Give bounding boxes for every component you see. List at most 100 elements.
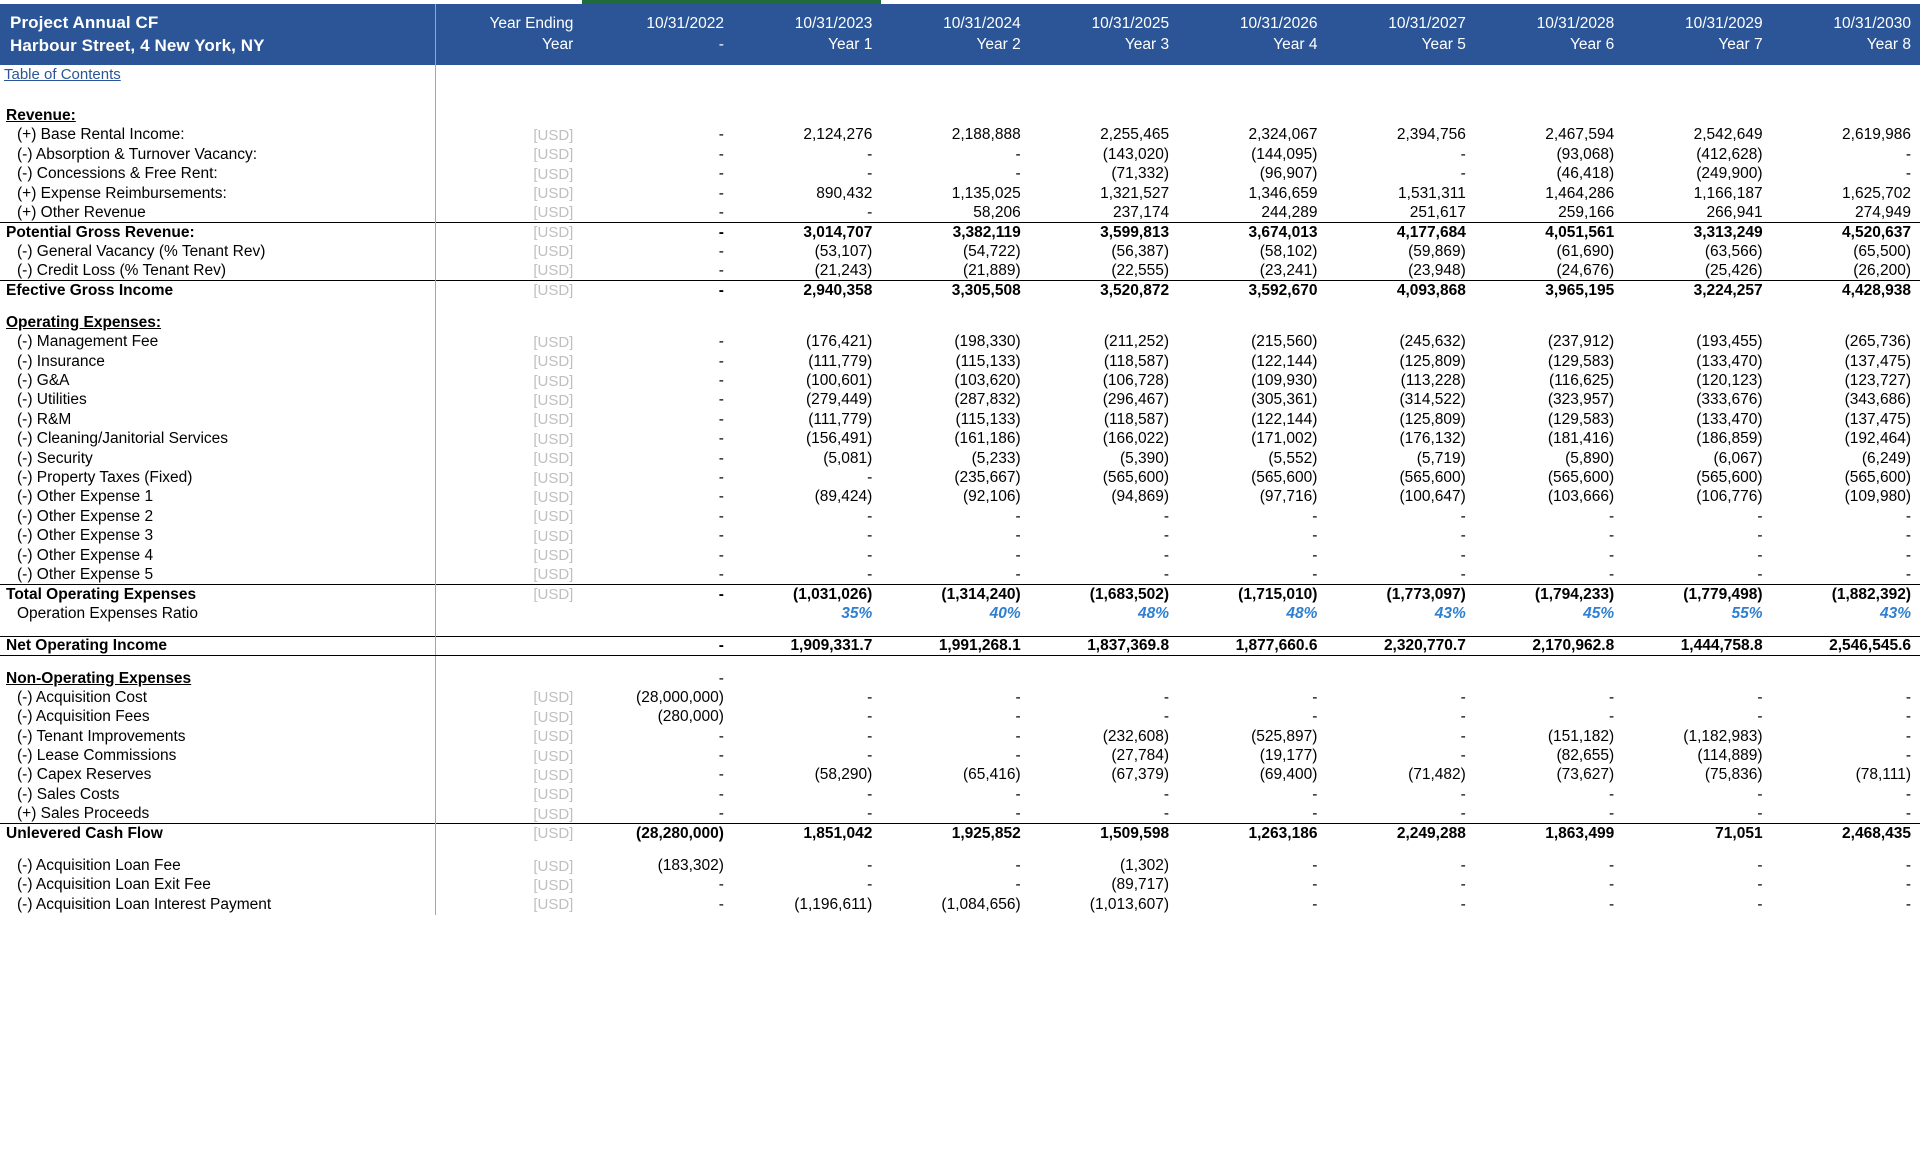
cell-y5[interactable]: 251,617	[1326, 203, 1474, 222]
cell-y1[interactable]: -	[733, 805, 881, 824]
cell-y3[interactable]: (296,467)	[1030, 391, 1178, 410]
cell-y4[interactable]: (69,400)	[1178, 766, 1326, 785]
cell-y1[interactable]: -	[733, 785, 881, 804]
cell-y8[interactable]: 4,428,938	[1771, 280, 1920, 301]
cell-y1[interactable]: (1,196,611)	[733, 895, 881, 914]
cell-y8[interactable]: (78,111)	[1772, 766, 1920, 785]
cell-y5[interactable]: (23,948)	[1326, 261, 1474, 280]
cell-y1[interactable]: -	[733, 507, 881, 526]
cell-y7[interactable]: (186,859)	[1623, 430, 1771, 449]
cell-y6[interactable]: (93,068)	[1475, 145, 1623, 164]
cell-y6[interactable]: -	[1475, 785, 1623, 804]
cell-y4[interactable]: (97,716)	[1178, 488, 1326, 507]
cell-y2[interactable]: -	[881, 785, 1029, 804]
cell-y5[interactable]: -	[1326, 805, 1474, 824]
cell-y5[interactable]: -	[1326, 785, 1474, 804]
cell-y4[interactable]: 3,674,013	[1178, 222, 1327, 243]
cell-y4[interactable]: 2,324,067	[1178, 126, 1326, 145]
cell-y2[interactable]: 3,382,119	[881, 222, 1030, 243]
cell-y5[interactable]: (59,869)	[1326, 242, 1474, 261]
cell-y2[interactable]: (115,133)	[881, 410, 1029, 429]
cell-y6[interactable]: (61,690)	[1475, 242, 1623, 261]
cell-y5[interactable]: (314,522)	[1326, 391, 1474, 410]
cell-y7[interactable]: 2,542,649	[1623, 126, 1771, 145]
cell-y6[interactable]: (73,627)	[1475, 766, 1623, 785]
cell-y7[interactable]: -	[1623, 565, 1771, 584]
cell-y1[interactable]: -	[733, 164, 881, 183]
cell-y1[interactable]: (111,779)	[733, 410, 881, 429]
cell-y1[interactable]: -	[733, 727, 881, 746]
cell-y5[interactable]: -	[1326, 856, 1474, 875]
cell-y1[interactable]: -	[733, 565, 881, 584]
cell-y8[interactable]: -	[1772, 688, 1920, 707]
cell-y7[interactable]: -	[1623, 895, 1771, 914]
cell-y4[interactable]: (144,095)	[1178, 145, 1326, 164]
cell-y2[interactable]: (21,889)	[881, 261, 1029, 280]
cell-y4[interactable]: -	[1178, 527, 1326, 546]
cell-y4[interactable]: (215,560)	[1178, 333, 1326, 352]
cell-y4[interactable]: -	[1178, 565, 1326, 584]
cell-y0[interactable]: -	[582, 126, 733, 145]
cell-y3[interactable]: -	[1030, 708, 1178, 727]
cell-y4[interactable]: (58,102)	[1178, 242, 1326, 261]
cell-y2[interactable]: -	[881, 565, 1029, 584]
cell-y8[interactable]: -	[1772, 727, 1920, 746]
cell-y8[interactable]: -	[1772, 876, 1920, 895]
cell-y8[interactable]: -	[1772, 708, 1920, 727]
cell-y5[interactable]: 2,320,770.7	[1326, 635, 1475, 657]
cell-y5[interactable]: -	[1326, 727, 1474, 746]
cell-y2[interactable]: 1,991,268.1	[881, 635, 1030, 657]
cell-y3[interactable]: 237,174	[1030, 203, 1178, 222]
cell-y1[interactable]: (176,421)	[733, 333, 881, 352]
cell-y2[interactable]: (161,186)	[881, 430, 1029, 449]
cell-y2[interactable]: -	[881, 805, 1029, 824]
cell-y8[interactable]: -	[1772, 856, 1920, 875]
cell-y5[interactable]: -	[1326, 746, 1474, 765]
header-col-4[interactable]: 10/31/2026 Year 4	[1178, 4, 1327, 65]
cell-y4[interactable]: (1,715,010)	[1178, 584, 1327, 605]
header-col-7[interactable]: 10/31/2029 Year 7	[1623, 4, 1772, 65]
cell-y7[interactable]: -	[1623, 876, 1771, 895]
cell-y0[interactable]: -	[582, 876, 733, 895]
cell-y8[interactable]: 274,949	[1772, 203, 1920, 222]
cell-y6[interactable]: (151,182)	[1475, 727, 1623, 746]
cell-y0[interactable]: (28,280,000)	[582, 823, 733, 844]
cell-y1[interactable]: (1,031,026)	[732, 584, 882, 605]
cell-y8[interactable]: 2,468,435	[1771, 823, 1920, 844]
cell-y3[interactable]: (27,784)	[1030, 746, 1178, 765]
cell-y6[interactable]: 2,170,962.8	[1474, 635, 1624, 657]
cell-y1[interactable]: (58,290)	[733, 766, 881, 785]
cell-y7[interactable]: 1,444,758.8	[1623, 635, 1772, 657]
cell-y5[interactable]: -	[1326, 527, 1474, 546]
cell-y6[interactable]: 2,467,594	[1475, 126, 1623, 145]
cell-y4[interactable]: -	[1178, 708, 1326, 727]
cell-y0[interactable]: -	[582, 785, 733, 804]
cell-y5[interactable]: (245,632)	[1326, 333, 1474, 352]
cell-y1[interactable]: 1,909,331.7	[732, 635, 882, 657]
cell-y2[interactable]: -	[881, 727, 1029, 746]
cell-y1[interactable]: 890,432	[733, 184, 881, 203]
cell-y7[interactable]: -	[1623, 688, 1771, 707]
cell-y3[interactable]: -	[1030, 527, 1178, 546]
cell-y4[interactable]: (171,002)	[1178, 430, 1326, 449]
cell-y4[interactable]: 244,289	[1178, 203, 1326, 222]
cell-y1[interactable]: (156,491)	[733, 430, 881, 449]
cell-y2[interactable]: -	[881, 688, 1029, 707]
cell-y5[interactable]: 4,093,868	[1326, 280, 1475, 301]
cell-y5[interactable]: (71,482)	[1326, 766, 1474, 785]
cell-y7[interactable]: 55%	[1623, 604, 1771, 623]
cell-y8[interactable]: -	[1772, 164, 1920, 183]
cell-y5[interactable]: -	[1326, 876, 1474, 895]
cell-y5[interactable]: -	[1326, 708, 1474, 727]
cell-y7[interactable]: (249,900)	[1623, 164, 1771, 183]
cell-y6[interactable]: -	[1475, 565, 1623, 584]
cell-y2[interactable]: 1,135,025	[881, 184, 1029, 203]
cell-y1[interactable]: (5,081)	[733, 449, 881, 468]
cell-y5[interactable]: (100,647)	[1326, 488, 1474, 507]
cell-y2[interactable]: (65,416)	[881, 766, 1029, 785]
cell-y7[interactable]: (6,067)	[1623, 449, 1771, 468]
cell-y8[interactable]: (192,464)	[1772, 430, 1920, 449]
header-col-3[interactable]: 10/31/2025 Year 3	[1029, 4, 1179, 65]
cell-y0[interactable]: -	[582, 727, 733, 746]
cell-y3[interactable]: (118,587)	[1030, 352, 1178, 371]
